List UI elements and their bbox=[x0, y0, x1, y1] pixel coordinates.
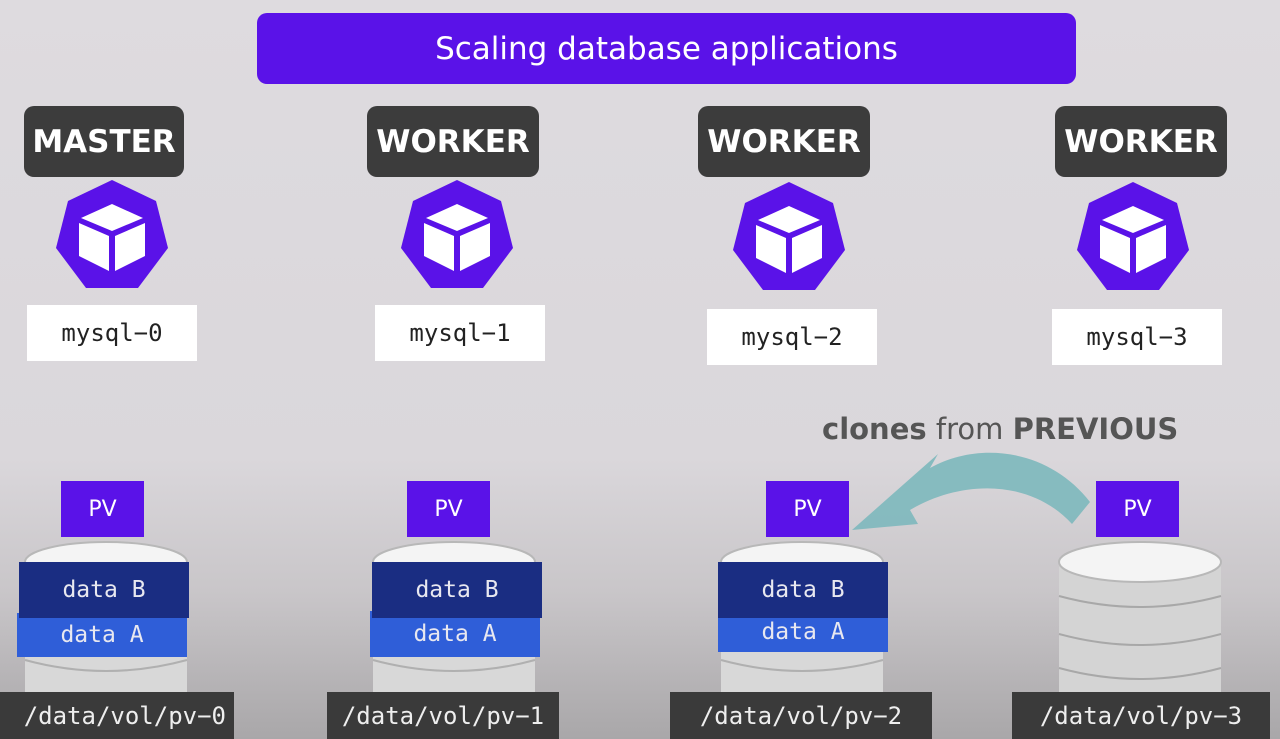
role-label-worker-1: WORKER bbox=[367, 106, 539, 177]
pod-name-mysql-3: mysql−3 bbox=[1052, 309, 1222, 365]
pv-box-1: PV bbox=[407, 481, 490, 537]
data-b-layer-1: data B bbox=[372, 562, 542, 618]
volume-path-2: /data/vol/pv−2 bbox=[670, 692, 932, 739]
pod-icon bbox=[401, 180, 513, 288]
pv-box-0: PV bbox=[61, 481, 144, 537]
pod-name-mysql-2: mysql−2 bbox=[707, 309, 877, 365]
pod-icon bbox=[1077, 182, 1189, 290]
volume-path-3: /data/vol/pv−3 bbox=[1012, 692, 1270, 739]
pod-icon bbox=[733, 182, 845, 290]
curved-arrow-icon bbox=[852, 452, 1090, 530]
volume-path-0: /data/vol/pv−0 bbox=[0, 692, 234, 739]
pod-name-mysql-1: mysql−1 bbox=[375, 305, 545, 361]
role-label-worker-3: WORKER bbox=[1055, 106, 1227, 177]
data-b-layer-0: data B bbox=[19, 562, 189, 618]
data-b-layer-2: data B bbox=[718, 562, 888, 618]
pv-box-3: PV bbox=[1096, 481, 1179, 537]
data-a-layer-0: data A bbox=[17, 613, 187, 657]
pod-name-mysql-0: mysql−0 bbox=[27, 305, 197, 361]
pod-icon bbox=[56, 180, 168, 288]
volume-path-1: /data/vol/pv−1 bbox=[327, 692, 559, 739]
role-label-master: MASTER bbox=[24, 106, 184, 177]
diagram-title: Scaling database applications bbox=[257, 13, 1076, 84]
pv-box-2: PV bbox=[766, 481, 849, 537]
role-label-worker-2: WORKER bbox=[698, 106, 870, 177]
storage-cylinder-icon bbox=[1058, 541, 1222, 695]
